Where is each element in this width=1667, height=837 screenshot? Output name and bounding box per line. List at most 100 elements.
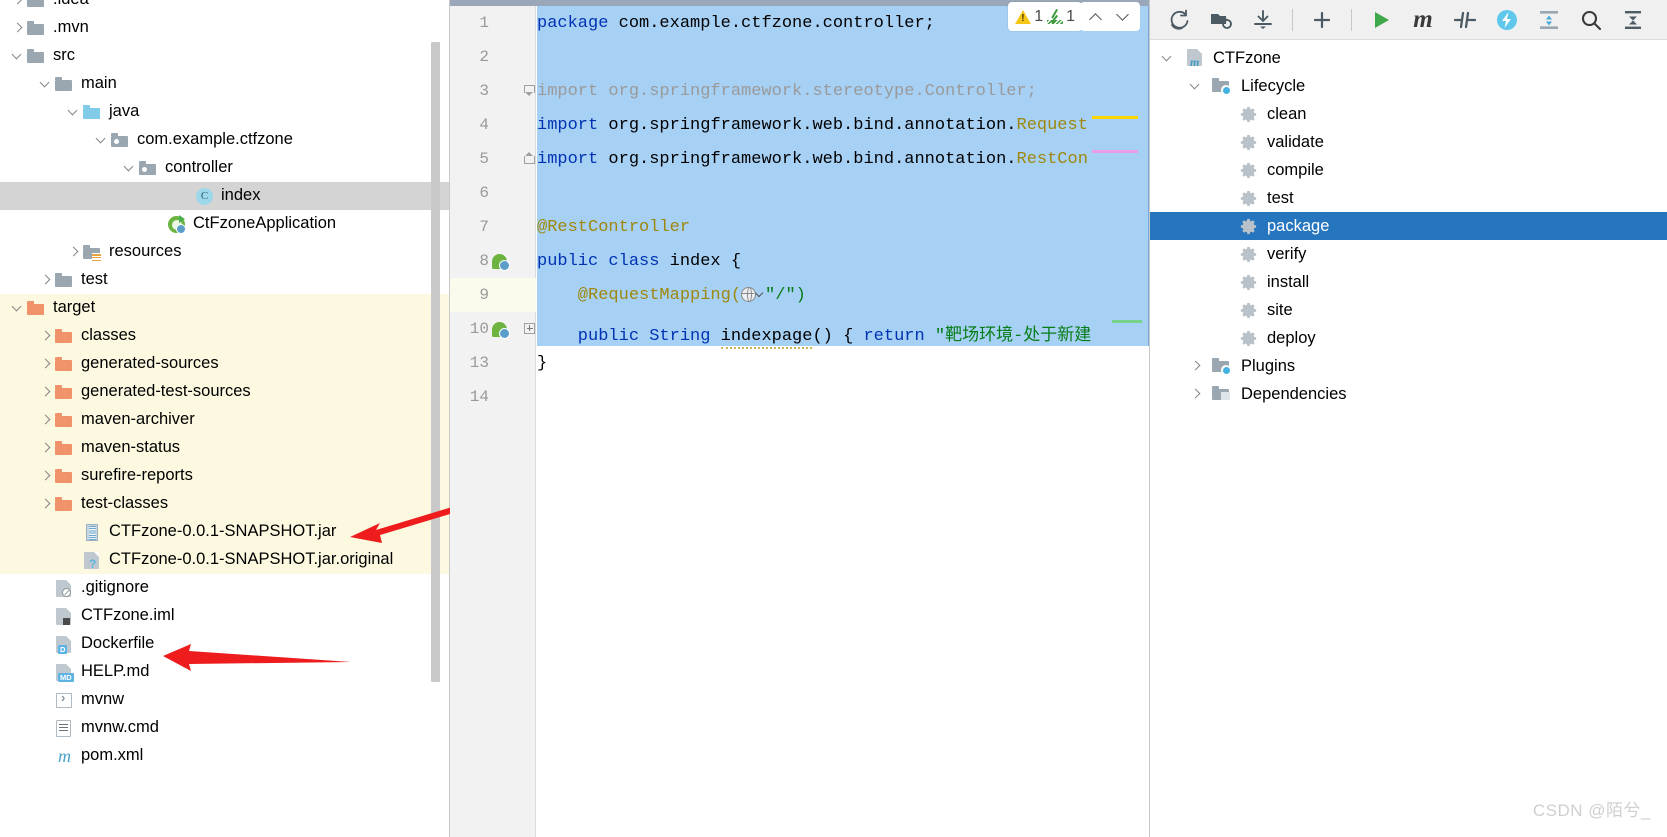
collapse-all-icon[interactable] bbox=[1614, 2, 1652, 38]
chevron-down-icon[interactable] bbox=[10, 300, 26, 316]
inspection-check-item[interactable]: 1 bbox=[1047, 8, 1075, 26]
maven-tree-item[interactable]: site bbox=[1150, 296, 1667, 324]
project-tree-item[interactable]: D Dockerfile bbox=[0, 630, 450, 658]
project-tree-item[interactable]: test bbox=[0, 266, 450, 294]
maven-tree-item[interactable]: validate bbox=[1150, 128, 1667, 156]
project-tree-item[interactable]: mvnw.cmd bbox=[0, 714, 450, 742]
code-line[interactable]: @RestController bbox=[537, 218, 690, 237]
project-scrollbar[interactable] bbox=[431, 42, 440, 682]
chevron-down-icon[interactable] bbox=[94, 132, 110, 148]
chevron-right-icon[interactable] bbox=[38, 468, 54, 484]
web-path-icon[interactable] bbox=[741, 287, 757, 302]
chevron-right-icon[interactable] bbox=[38, 412, 54, 428]
maven-toolbar[interactable]: m bbox=[1150, 0, 1667, 40]
chevron-right-icon[interactable] bbox=[10, 20, 26, 36]
chevron-down-icon[interactable] bbox=[1160, 50, 1176, 66]
code-fold-icon[interactable] bbox=[524, 152, 535, 164]
maven-tree-item[interactable]: Plugins bbox=[1150, 352, 1667, 380]
execute-maven-goal-icon[interactable]: m bbox=[1404, 2, 1442, 38]
toggle-skip-tests-icon[interactable] bbox=[1446, 2, 1484, 38]
maven-tree-item[interactable]: m CTFzone bbox=[1150, 44, 1667, 72]
generate-sources-icon[interactable] bbox=[1202, 2, 1240, 38]
project-tree[interactable]: .idea .mvn srcmain java com.example.ctfzone c… bbox=[0, 0, 450, 770]
chevron-down-icon[interactable] bbox=[122, 160, 138, 176]
project-tree-item[interactable]: controller bbox=[0, 154, 450, 182]
chevron-down-icon[interactable] bbox=[1188, 78, 1204, 94]
maven-tree-item[interactable]: Dependencies bbox=[1150, 380, 1667, 408]
maven-tree-item[interactable]: install bbox=[1150, 268, 1667, 296]
chevron-right-icon[interactable] bbox=[38, 384, 54, 400]
maven-tree-item[interactable]: clean bbox=[1150, 100, 1667, 128]
code-fold-icon[interactable] bbox=[524, 323, 535, 334]
maven-tree-item[interactable]: Lifecycle bbox=[1150, 72, 1667, 100]
code-line[interactable]: package com.example.ctfzone.controller; bbox=[537, 14, 935, 33]
project-tree-item[interactable]: generated-test-sources bbox=[0, 378, 450, 406]
code-content[interactable]: package com.example.ctfzone.controller; i… bbox=[537, 6, 1150, 837]
chevron-right-icon[interactable] bbox=[38, 272, 54, 288]
project-tree-item[interactable]: surefire-reports bbox=[0, 462, 450, 490]
inspection-nav-widget[interactable] bbox=[1080, 2, 1140, 31]
chevron-right-icon[interactable] bbox=[10, 0, 26, 8]
chevron-right-icon[interactable] bbox=[38, 356, 54, 372]
chevron-down-icon[interactable] bbox=[38, 76, 54, 92]
project-tree-item[interactable]: ? CTFzone-0.0.1-SNAPSHOT.jar.original bbox=[0, 546, 450, 574]
project-tree-item[interactable]: maven-archiver bbox=[0, 406, 450, 434]
project-tree-item[interactable]: target bbox=[0, 294, 450, 322]
maven-tree-item[interactable]: compile bbox=[1150, 156, 1667, 184]
project-tree-item[interactable]: .idea bbox=[0, 0, 450, 14]
chevron-right-icon[interactable] bbox=[38, 496, 54, 512]
maven-tree-item[interactable]: package bbox=[1150, 212, 1667, 240]
chevron-down-icon[interactable] bbox=[10, 48, 26, 64]
maven-tool-window[interactable]: m m CTFzone Lifecycle clean validate com… bbox=[1150, 0, 1667, 837]
warning-count-item[interactable]: 1 bbox=[1015, 8, 1043, 26]
code-line[interactable]: public String indexpage() { return "靶场环境… bbox=[537, 320, 1091, 349]
project-tree-item[interactable]: main bbox=[0, 70, 450, 98]
chevron-right-icon[interactable] bbox=[66, 244, 82, 260]
project-tree-item[interactable]: .gitignore bbox=[0, 574, 450, 602]
chevron-right-icon[interactable] bbox=[1188, 358, 1204, 374]
chevron-down-icon[interactable] bbox=[1117, 10, 1130, 23]
maven-projects-tree[interactable]: m CTFzone Lifecycle clean validate compile tes… bbox=[1150, 40, 1667, 408]
toggle-offline-mode-icon[interactable] bbox=[1488, 2, 1526, 38]
chevron-down-icon[interactable] bbox=[66, 104, 82, 120]
add-maven-project-icon[interactable] bbox=[1303, 2, 1341, 38]
code-line[interactable]: } bbox=[537, 354, 547, 373]
spring-bean-gutter-icon[interactable] bbox=[492, 322, 510, 340]
maven-tree-item[interactable]: test bbox=[1150, 184, 1667, 212]
spring-bean-gutter-icon[interactable] bbox=[492, 254, 510, 272]
project-tree-item[interactable]: m pom.xml bbox=[0, 742, 450, 770]
maven-tree-item[interactable]: deploy bbox=[1150, 324, 1667, 352]
code-editor[interactable]: 1 2 3 4 5 6 7 8 9 10 13 14 package com.example.ctfz… bbox=[450, 0, 1150, 837]
project-tree-item[interactable]: test-classes bbox=[0, 490, 450, 518]
code-line[interactable]: public class index { bbox=[537, 252, 741, 271]
code-fold-icon[interactable] bbox=[524, 85, 535, 96]
project-tool-window[interactable]: .idea .mvn srcmain java com.example.ctfzone c… bbox=[0, 0, 450, 837]
project-tree-item[interactable]: CTFzone.iml bbox=[0, 602, 450, 630]
project-tree-item[interactable]: .mvn bbox=[0, 14, 450, 42]
chevron-down-icon[interactable] bbox=[756, 290, 765, 299]
chevron-up-icon[interactable] bbox=[1090, 10, 1103, 23]
run-maven-build-icon[interactable] bbox=[1362, 2, 1400, 38]
project-tree-item[interactable]: com.example.ctfzone bbox=[0, 126, 450, 154]
chevron-right-icon[interactable] bbox=[38, 328, 54, 344]
project-tree-item[interactable]: maven-status bbox=[0, 434, 450, 462]
inspection-status-widget[interactable]: 1 1 bbox=[1008, 2, 1082, 31]
project-tree-item[interactable]: mvnw bbox=[0, 686, 450, 714]
code-line[interactable]: import org.springframework.web.bind.anno… bbox=[537, 116, 1088, 135]
editor-gutter[interactable]: 1 2 3 4 5 6 7 8 9 10 13 14 bbox=[450, 6, 536, 837]
project-tree-item[interactable]: classes bbox=[0, 322, 450, 350]
project-tree-item[interactable]: Cindex bbox=[0, 182, 450, 210]
chevron-right-icon[interactable] bbox=[1188, 386, 1204, 402]
chevron-right-icon[interactable] bbox=[38, 440, 54, 456]
project-tree-item[interactable]: CtFzoneApplication bbox=[0, 210, 450, 238]
project-tree-item[interactable]: generated-sources bbox=[0, 350, 450, 378]
expand-all-icon[interactable] bbox=[1530, 2, 1568, 38]
code-line[interactable]: @RequestMapping("/") bbox=[537, 286, 806, 305]
project-tree-item[interactable]: CTFzone-0.0.1-SNAPSHOT.jar bbox=[0, 518, 450, 546]
download-sources-icon[interactable] bbox=[1244, 2, 1282, 38]
project-tree-item[interactable]: MD HELP.md bbox=[0, 658, 450, 686]
project-tree-item[interactable]: src bbox=[0, 42, 450, 70]
code-line[interactable]: import org.springframework.web.bind.anno… bbox=[537, 150, 1088, 169]
reload-all-maven-projects-icon[interactable] bbox=[1160, 2, 1198, 38]
maven-tree-item[interactable]: verify bbox=[1150, 240, 1667, 268]
